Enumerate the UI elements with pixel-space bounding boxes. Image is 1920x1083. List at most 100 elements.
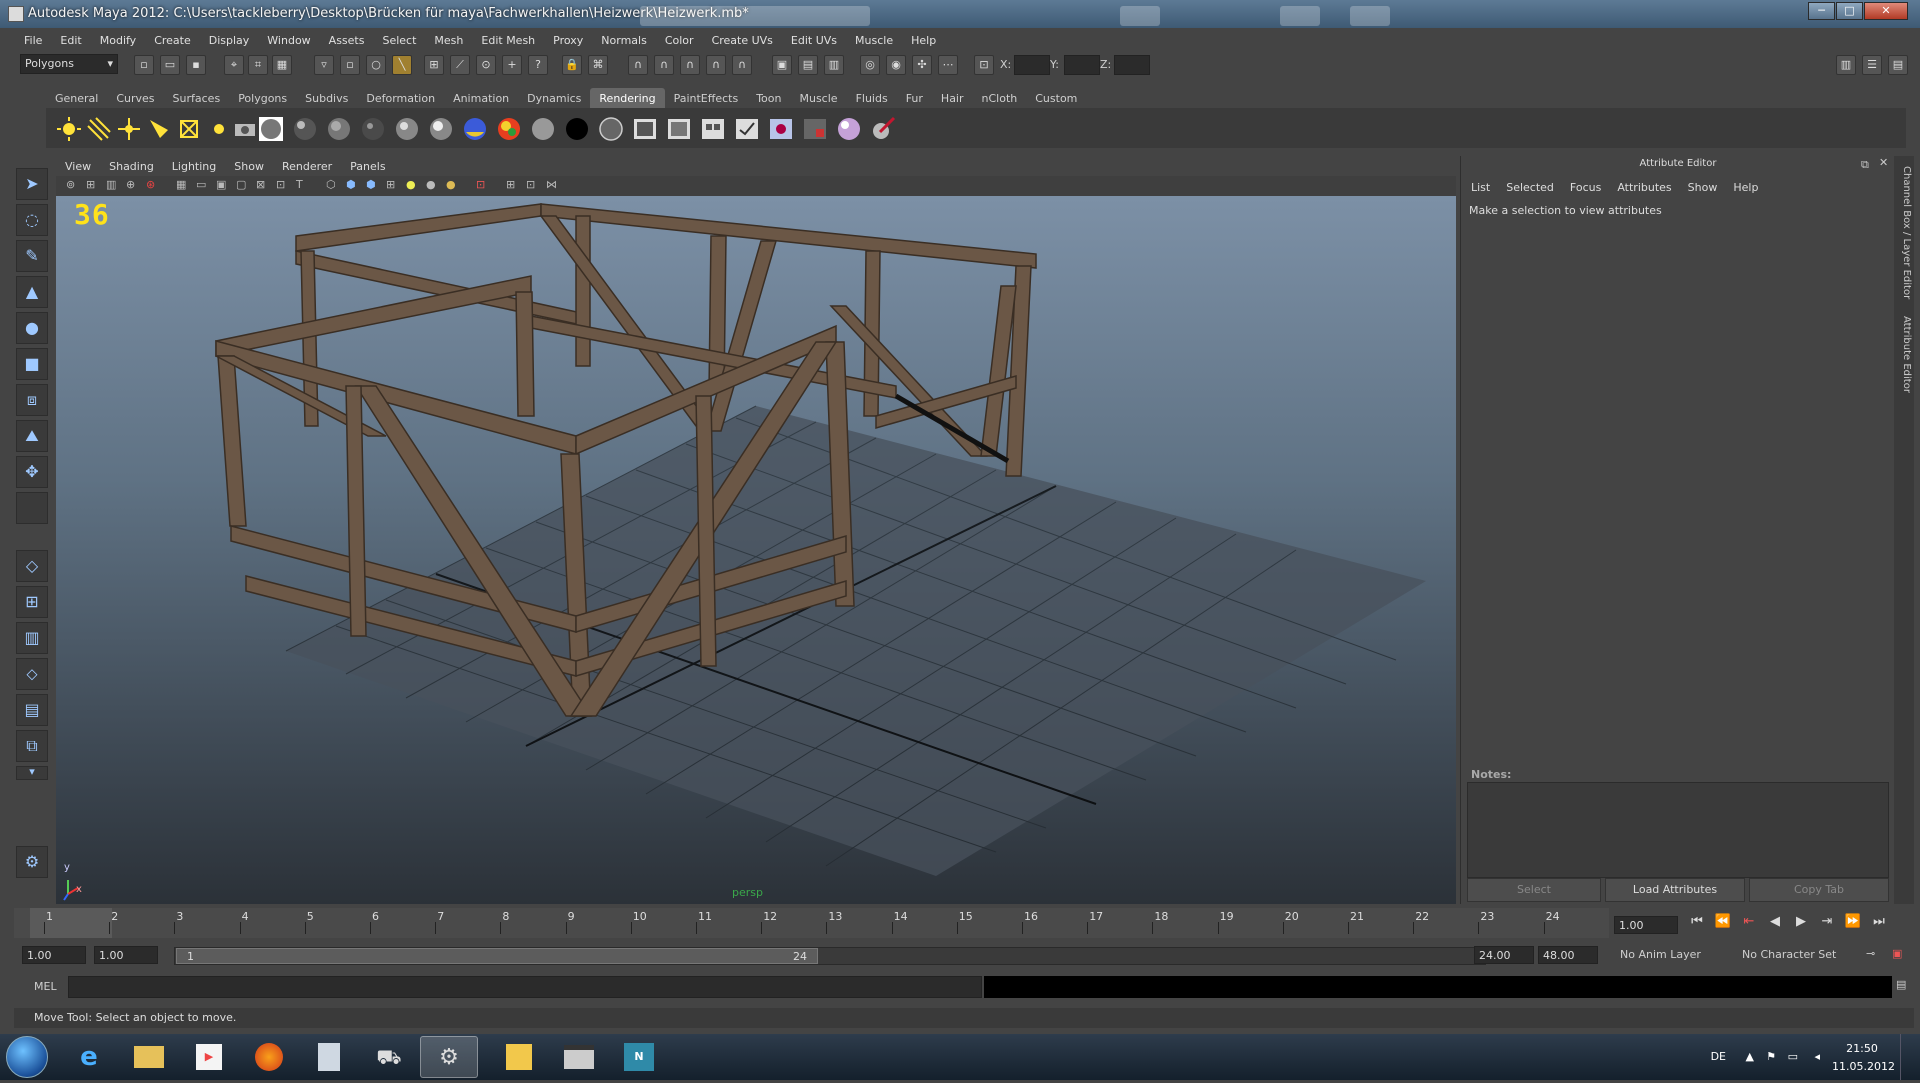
magnet-icon[interactable]: ∩ xyxy=(628,55,648,75)
surface-shader-icon[interactable] xyxy=(496,116,522,142)
end-time-field[interactable]: 48.00 xyxy=(1538,946,1598,964)
calculator-icon[interactable] xyxy=(300,1036,358,1078)
menu-create-uvs[interactable]: Create UVs xyxy=(702,31,781,51)
muscle-tool-icon[interactable]: ⚙ xyxy=(16,846,48,878)
shadows-icon[interactable]: ● xyxy=(426,178,436,191)
xray-icon[interactable]: ⊞ xyxy=(506,178,515,191)
shelf-tab-hair[interactable]: Hair xyxy=(932,88,973,108)
field-chart-icon[interactable]: ▢ xyxy=(236,178,246,191)
internet-explorer-icon[interactable]: e xyxy=(60,1036,118,1078)
shelf-tab-rendering[interactable]: Rendering xyxy=(590,88,665,108)
go-to-start-icon[interactable]: ⏮ xyxy=(1686,914,1708,934)
time-slider[interactable]: 1 2 3 4 5 6 7 8 9 10 11 12 13 14 15 16 17 18 19 20 21 22 23 24 xyxy=(14,908,1609,938)
snap-curve-icon[interactable]: ▫ xyxy=(340,55,360,75)
tab-channel-box[interactable]: Channel Box / Layer Editor xyxy=(1896,166,1912,299)
panel-close-icon[interactable]: ✕ xyxy=(1879,156,1888,169)
shelf-tab-fur[interactable]: Fur xyxy=(897,88,932,108)
layout-icon[interactable]: ▥ xyxy=(1836,55,1856,75)
range-slider-handle[interactable]: 1 24 xyxy=(176,948,818,964)
sphere-shader-icon[interactable] xyxy=(836,116,862,142)
shelf-tab-fluids[interactable]: Fluids xyxy=(847,88,897,108)
safe-title-icon[interactable]: ⊡ xyxy=(276,178,285,191)
game-icon[interactable]: ⛟ xyxy=(360,1036,418,1078)
resolution-gate-icon[interactable]: ▭ xyxy=(196,178,206,191)
camera-icon[interactable] xyxy=(232,116,258,142)
notes-field[interactable] xyxy=(1467,782,1889,878)
menu-normals[interactable]: Normals xyxy=(591,31,655,51)
use-background-icon[interactable] xyxy=(530,116,556,142)
viewport-menu-lighting[interactable]: Lighting xyxy=(163,158,225,176)
film-gate-icon[interactable]: ⊛ xyxy=(146,178,155,191)
smooth-shade-icon[interactable]: ⬢ xyxy=(346,178,356,191)
attribute-editor-toggle-icon[interactable]: ▤ xyxy=(1888,55,1908,75)
move-tool-icon[interactable]: ▲ xyxy=(16,276,48,308)
auto-key-icon[interactable]: ⊸ xyxy=(1866,947,1875,960)
query-icon[interactable]: ? xyxy=(528,55,548,75)
menu-edit-uvs[interactable]: Edit UVs xyxy=(781,31,845,51)
select-highlight-icon[interactable]: ⌘ xyxy=(588,55,608,75)
menu-set-dropdown[interactable]: Polygons ▾ xyxy=(20,54,118,74)
step-back-frame-icon[interactable]: ⇤ xyxy=(1738,914,1760,934)
lambert-material-icon[interactable] xyxy=(326,116,352,142)
clock-time[interactable]: 21:50 xyxy=(1832,1042,1892,1055)
last-tool-icon[interactable] xyxy=(16,492,48,524)
hypershade-persp-layout-icon[interactable]: ▤ xyxy=(16,694,48,726)
magnet-point-icon[interactable]: ∩ xyxy=(680,55,700,75)
lasso-tool-icon[interactable]: ◌ xyxy=(16,204,48,236)
preferences-icon[interactable]: ▣ xyxy=(1892,947,1902,960)
hq-lighting-icon[interactable]: ● xyxy=(446,178,456,191)
minimize-button[interactable]: ─ xyxy=(1808,2,1835,20)
shelf-tab-curves[interactable]: Curves xyxy=(107,88,163,108)
shadow-matte-icon[interactable] xyxy=(598,116,624,142)
shelf-tab-polygons[interactable]: Polygons xyxy=(229,88,296,108)
area-light-icon[interactable] xyxy=(176,116,202,142)
x-field[interactable] xyxy=(1014,55,1050,75)
ae-menu-list[interactable]: List xyxy=(1471,181,1490,194)
viewport-menu-show[interactable]: Show xyxy=(225,158,273,176)
viewport-menu-view[interactable]: View xyxy=(56,158,100,176)
copy-tab-button[interactable]: Copy Tab xyxy=(1749,878,1889,902)
select-object-icon[interactable]: ⌗ xyxy=(248,55,268,75)
load-attributes-button[interactable]: Load Attributes xyxy=(1605,878,1745,902)
ipr-icon[interactable] xyxy=(666,116,692,142)
ae-menu-help[interactable]: Help xyxy=(1733,181,1758,194)
mel-label[interactable]: MEL xyxy=(34,980,57,993)
y-field[interactable] xyxy=(1064,55,1100,75)
save-scene-icon[interactable]: ▪ xyxy=(186,55,206,75)
playback-start-field[interactable]: 1.00 xyxy=(94,946,158,964)
soft-mod-tool-icon[interactable]: ⛰ xyxy=(16,420,48,452)
shelf-tab-painteffects[interactable]: PaintEffects xyxy=(665,88,748,108)
gate-mask-icon[interactable]: ▣ xyxy=(216,178,226,191)
use-all-lights-icon[interactable]: ● xyxy=(406,178,416,191)
ambient-light-icon[interactable] xyxy=(56,116,82,142)
float-icon[interactable]: ⧉ xyxy=(1861,158,1869,172)
ae-menu-selected[interactable]: Selected xyxy=(1506,181,1554,194)
channel-box-toggle-icon[interactable]: ☰ xyxy=(1862,55,1882,75)
shelf-tab-toon[interactable]: Toon xyxy=(747,88,790,108)
shelf-tab-subdivs[interactable]: Subdivs xyxy=(296,88,357,108)
history-icon[interactable]: ⊞ xyxy=(424,55,444,75)
output-ops-icon[interactable]: ⊙ xyxy=(476,55,496,75)
render-view-icon[interactable]: ◉ xyxy=(886,55,906,75)
textured-icon[interactable]: ⊞ xyxy=(386,178,395,191)
render-view-shelf-icon[interactable] xyxy=(802,116,828,142)
shelf-tab-custom[interactable]: Custom xyxy=(1026,88,1086,108)
select-button[interactable]: Select xyxy=(1467,878,1601,902)
more-layouts-icon[interactable]: ▾ xyxy=(16,766,48,780)
firefox-icon[interactable] xyxy=(240,1036,298,1078)
step-forward-frame-icon[interactable]: ⏩ xyxy=(1842,914,1864,934)
paint-brush-icon[interactable] xyxy=(870,116,896,142)
menu-edit[interactable]: Edit xyxy=(50,31,89,51)
four-view-layout-icon[interactable]: ⊞ xyxy=(16,586,48,618)
nero-icon[interactable]: N xyxy=(610,1036,668,1078)
menu-display[interactable]: Display xyxy=(199,31,258,51)
camera-select-icon[interactable]: ⊚ xyxy=(66,178,75,191)
step-forward-key-icon[interactable]: ⇥ xyxy=(1816,914,1838,934)
wireframe-on-shaded-icon[interactable]: ⬢ xyxy=(366,178,376,191)
play-backward-icon[interactable]: ◀ xyxy=(1764,914,1786,934)
input-ops-icon[interactable]: ⟋ xyxy=(450,55,470,75)
clock-date[interactable]: 11.05.2012 xyxy=(1832,1060,1895,1073)
ipr-render-icon[interactable]: ▤ xyxy=(798,55,818,75)
media-player-icon[interactable]: ▶ xyxy=(180,1036,238,1078)
sequence-icon[interactable]: ⋯ xyxy=(938,55,958,75)
